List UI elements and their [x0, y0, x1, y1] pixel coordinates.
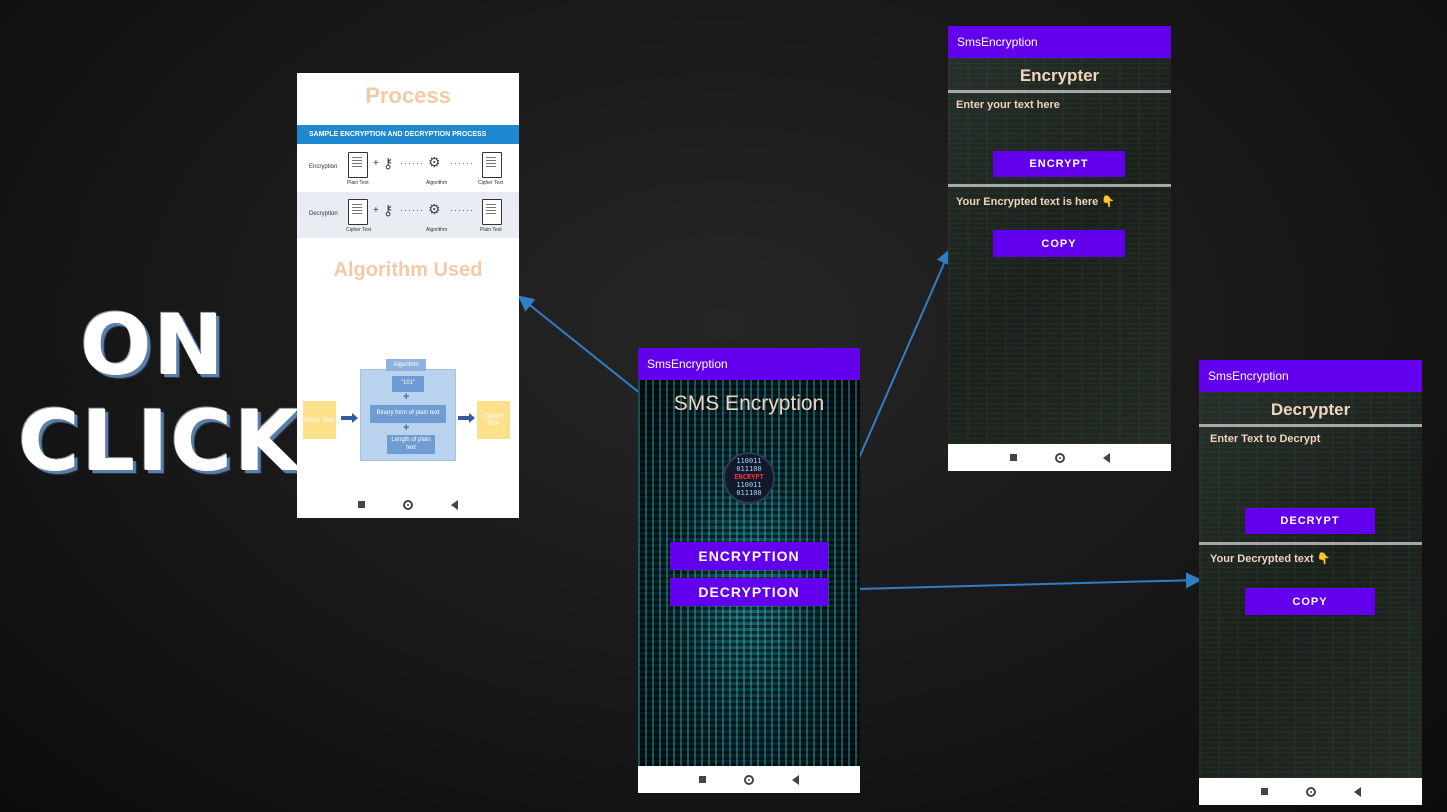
- algo-step-binary: Binary form of plain text: [370, 405, 446, 423]
- encrypter-screen: SmsEncryption Encrypter Enter your text …: [948, 26, 1171, 471]
- cyber-background: [638, 380, 860, 766]
- decryption-row-label: Decryption: [309, 211, 338, 217]
- enc-right-doc-label: Cipher Text: [478, 180, 504, 186]
- divider: [948, 90, 1171, 93]
- app-bar-title: SmsEncryption: [957, 35, 1038, 49]
- dec-algorithm-label: Algorithm: [426, 227, 448, 233]
- gear-icon: ⚙: [428, 201, 441, 217]
- decrypt-button[interactable]: DECRYPT: [1245, 508, 1375, 534]
- logo-line: 011100: [736, 465, 762, 473]
- key-icon: ⚷: [383, 202, 394, 218]
- algorithm-used-title: Algorithm Used: [333, 259, 483, 281]
- plus-icon: +: [373, 205, 379, 216]
- android-nav-bar: [297, 491, 519, 518]
- document-icon: [482, 199, 502, 225]
- decryption-row: Decryption Cipher Text + ⚷ ······ ⚙ Algo…: [297, 192, 519, 238]
- logo-line: 110011: [736, 457, 762, 465]
- enc-left-doc-label: Plain Text: [347, 180, 369, 186]
- main-screen: SmsEncryption SMS Encryption 110011 0111…: [638, 348, 860, 793]
- encrypt-logo: 110011 011100 ENCRYPT 110011 011100: [723, 452, 775, 504]
- dec-right-doc-label: Plain Text: [480, 227, 502, 233]
- copy-button[interactable]: COPY: [993, 230, 1125, 257]
- copy-button[interactable]: COPY: [1245, 588, 1375, 615]
- encrypter-title: Encrypter: [1019, 66, 1100, 85]
- android-nav-bar: [638, 766, 860, 793]
- android-nav-bar: [948, 444, 1171, 471]
- recents-icon[interactable]: [1260, 788, 1268, 795]
- plain-text-box: Plain Text: [303, 401, 336, 439]
- back-icon[interactable]: [1102, 452, 1110, 463]
- encryption-row-label: Encryption: [309, 164, 338, 170]
- process-screen: Process SAMPLE ENCRYPTION AND DECRYPTION…: [297, 73, 519, 518]
- dec-left-doc-label: Cipher Text: [346, 227, 372, 233]
- algorithm-tab: Algorithm: [386, 359, 426, 371]
- encrypted-output-label: Your Encrypted text is here 👇: [956, 196, 1115, 208]
- gear-icon: ⚙: [428, 154, 441, 170]
- decrypter-screen: SmsEncryption Decrypter Enter Text to De…: [1199, 360, 1422, 805]
- home-icon[interactable]: [1054, 452, 1065, 463]
- dotted-line: ······: [400, 158, 424, 168]
- process-banner: SAMPLE ENCRYPTION AND DECRYPTION PROCESS: [297, 125, 519, 144]
- algo-step-length: Length of plain text: [387, 435, 435, 454]
- arrow-right-icon: [341, 413, 358, 423]
- logo-line-encrypt: ENCRYPT: [734, 473, 764, 481]
- decrypt-input[interactable]: Enter Text to Decrypt: [1210, 433, 1414, 493]
- plus-icon: +: [403, 391, 410, 403]
- app-bar-title: SmsEncryption: [647, 357, 728, 371]
- logo-line: 011100: [736, 489, 762, 497]
- recents-icon[interactable]: [699, 776, 706, 783]
- app-bar: SmsEncryption: [638, 348, 860, 380]
- process-title: Process: [365, 83, 451, 108]
- decrypted-output-label: Your Decrypted text 👇: [1210, 553, 1331, 565]
- document-icon: [482, 152, 502, 178]
- home-icon[interactable]: [403, 499, 413, 510]
- home-icon[interactable]: [744, 774, 754, 785]
- divider: [1199, 424, 1422, 427]
- dotted-line: ······: [400, 205, 424, 215]
- android-nav-bar: [1199, 778, 1422, 805]
- encryption-button[interactable]: ENCRYPTION: [670, 542, 828, 570]
- logo-line: 110011: [736, 481, 762, 489]
- document-icon: [348, 199, 368, 225]
- encrypt-input[interactable]: Enter your text here: [956, 99, 1163, 133]
- divider: [948, 184, 1171, 187]
- decrypter-title: Decrypter: [1270, 400, 1351, 419]
- app-bar: SmsEncryption: [948, 26, 1171, 58]
- encrypt-button[interactable]: ENCRYPT: [993, 151, 1125, 177]
- encryption-row: Encryption Plain Text + ⚷ ······ ⚙ Algor…: [297, 145, 519, 191]
- arrow-to-decrypter: [817, 572, 1202, 591]
- plus-icon: +: [403, 422, 410, 434]
- document-icon: [348, 152, 368, 178]
- arrow-right-icon: [458, 413, 475, 423]
- enc-algorithm-label: Algorithm: [426, 180, 448, 186]
- decryption-button[interactable]: DECRYPTION: [670, 578, 828, 606]
- back-icon[interactable]: [792, 774, 799, 785]
- dotted-line: ······: [450, 205, 474, 215]
- back-icon[interactable]: [1353, 786, 1361, 797]
- app-bar-title: SmsEncryption: [1208, 369, 1289, 383]
- dotted-line: ······: [450, 158, 474, 168]
- back-icon[interactable]: [451, 499, 458, 510]
- recents-icon[interactable]: [358, 501, 365, 508]
- home-icon[interactable]: [1305, 786, 1316, 797]
- key-icon: ⚷: [383, 155, 394, 171]
- cipher-text-box: Cipher Text: [477, 401, 510, 439]
- recents-icon[interactable]: [1009, 454, 1017, 461]
- main-title: SMS Encryption: [673, 392, 825, 415]
- app-bar: SmsEncryption: [1199, 360, 1422, 392]
- plus-icon: +: [373, 158, 379, 169]
- divider: [1199, 542, 1422, 545]
- algo-step-101: "101": [392, 376, 424, 392]
